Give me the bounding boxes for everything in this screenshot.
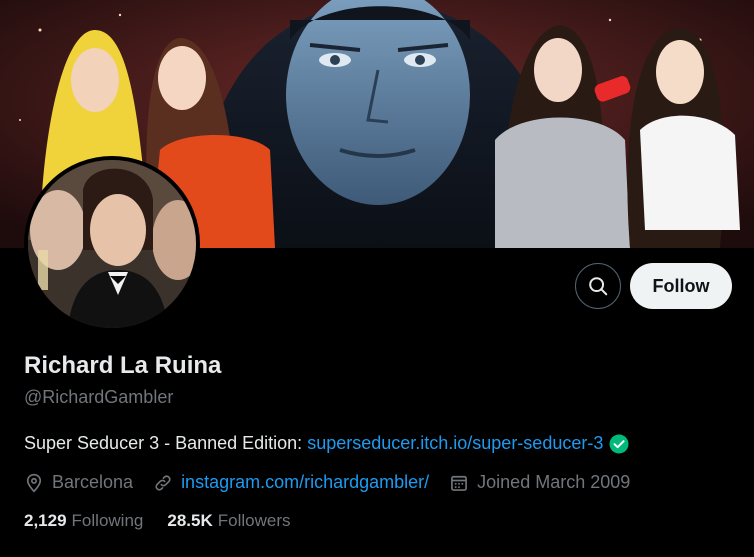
avatar-photo: [28, 160, 196, 328]
website-link[interactable]: instagram.com/richardgambler/: [181, 472, 429, 493]
location-text: Barcelona: [52, 472, 134, 492]
profile-stats: 2,129 Following 28.5K Followers: [24, 511, 314, 531]
followers-link[interactable]: 28.5K Followers: [167, 511, 290, 531]
followers-count: 28.5K: [167, 511, 213, 530]
location-pin-icon: [26, 473, 42, 493]
profile-meta: Barcelona instagram.com/richardgambler/ …: [24, 472, 650, 493]
followers-label: Followers: [217, 511, 291, 530]
search-profile-button[interactable]: [575, 263, 621, 309]
user-handle: @RichardGambler: [24, 387, 174, 407]
following-label: Following: [71, 511, 144, 530]
bio-text: Super Seducer 3 - Banned Edition:: [24, 433, 308, 453]
joined-text: Joined March 2009: [477, 472, 631, 492]
profile-bio: Super Seducer 3 - Banned Edition: supers…: [24, 433, 629, 454]
following-count: 2,129: [24, 511, 67, 530]
verified-check-icon: [609, 434, 629, 454]
calendar-icon: [451, 475, 468, 491]
following-link[interactable]: 2,129 Following: [24, 511, 143, 531]
follow-button[interactable]: Follow: [630, 263, 732, 309]
bio-link[interactable]: superseducer.itch.io/super-seducer-3: [307, 433, 603, 454]
website-item: instagram.com/richardgambler/: [153, 472, 429, 493]
link-icon: [155, 474, 171, 491]
joined-item: Joined March 2009: [449, 472, 630, 493]
search-icon: [589, 277, 608, 296]
display-name: Richard La Ruina: [24, 352, 222, 379]
avatar[interactable]: [24, 156, 200, 332]
location-item: Barcelona: [24, 472, 133, 493]
